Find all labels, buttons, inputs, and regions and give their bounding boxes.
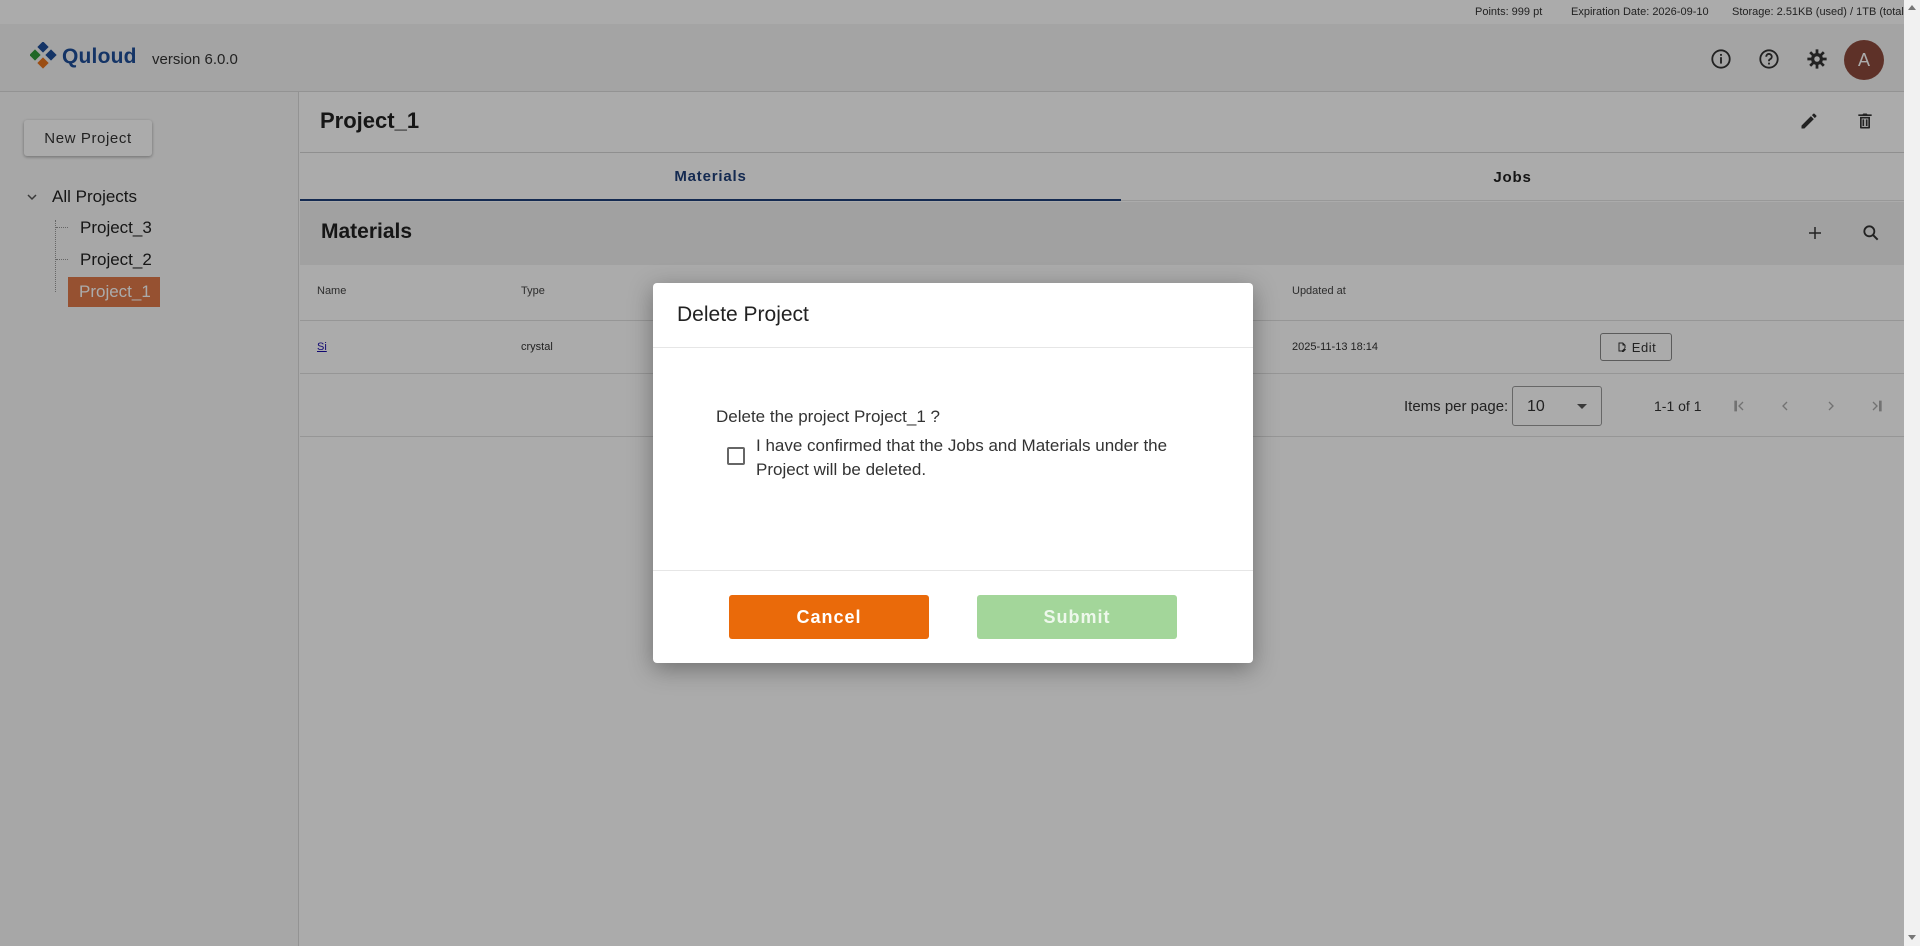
- confirm-checkbox[interactable]: [727, 447, 745, 465]
- dialog-question: Delete the project Project_1 ?: [716, 407, 940, 426]
- dialog-divider: [653, 570, 1253, 571]
- confirm-checkbox-label[interactable]: I have confirmed that the Jobs and Mater…: [756, 434, 1196, 482]
- submit-button[interactable]: Submit: [977, 595, 1177, 639]
- scroll-up-icon[interactable]: [1908, 5, 1916, 10]
- cancel-button[interactable]: Cancel: [729, 595, 929, 639]
- scroll-down-icon[interactable]: [1908, 935, 1916, 940]
- delete-project-dialog: Delete Project Delete the project Projec…: [653, 283, 1253, 663]
- dialog-title: Delete Project: [677, 303, 809, 326]
- scrollbar[interactable]: [1904, 0, 1920, 946]
- dialog-header: Delete Project: [653, 283, 1253, 348]
